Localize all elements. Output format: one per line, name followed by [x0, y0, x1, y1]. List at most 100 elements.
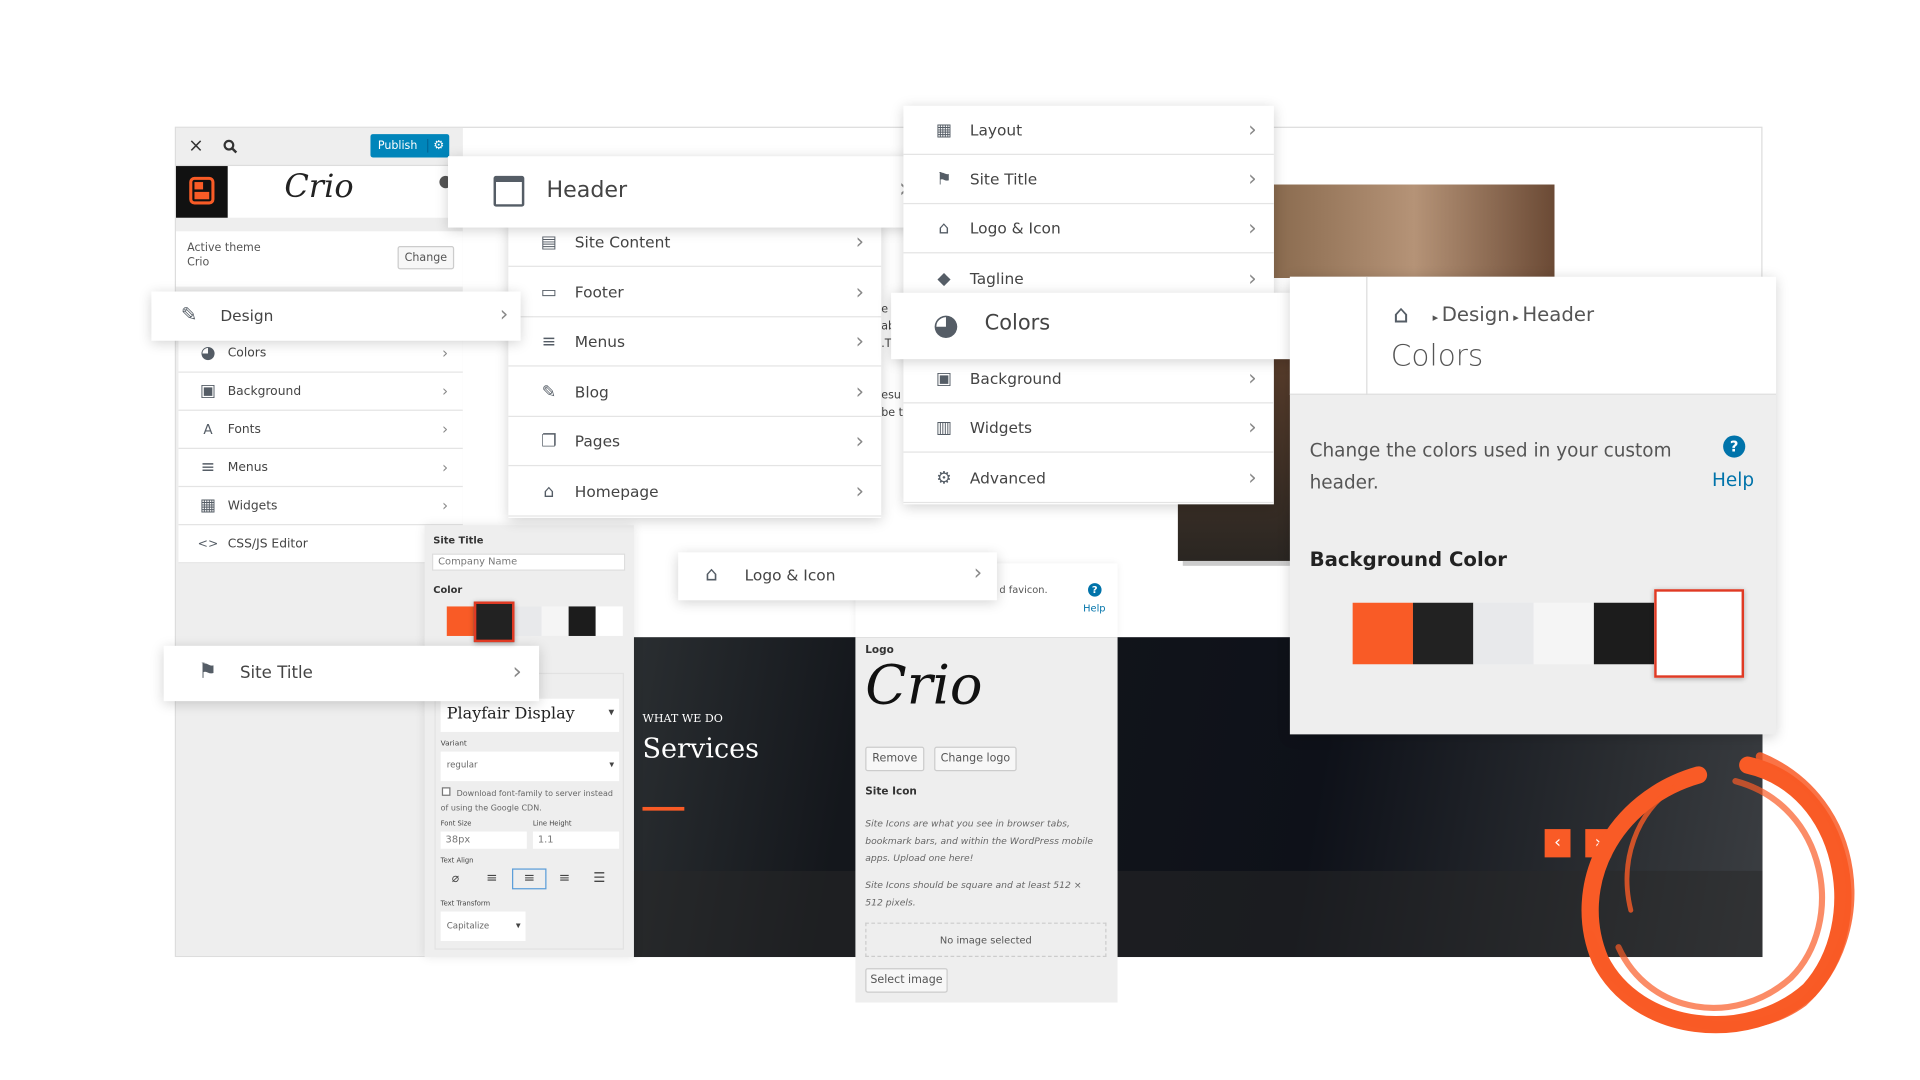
help-link[interactable]: Help — [1712, 469, 1754, 491]
chevron-right-icon: › — [1248, 166, 1257, 192]
align-justify-icon[interactable]: ☰ — [593, 870, 605, 886]
logo-icon-menu-item[interactable]: ⌂ Logo & Icon › — [678, 552, 997, 601]
color-swatch[interactable] — [1654, 589, 1745, 678]
text-transform-select[interactable]: Capitalize ▼ — [440, 911, 526, 942]
pin-icon: ✎ — [541, 381, 557, 402]
color-swatch[interactable] — [1593, 602, 1655, 665]
footer-icon: ▭ — [540, 282, 558, 302]
chevron-right-icon: › — [973, 560, 983, 586]
active-theme: Active theme Crio Change — [176, 231, 463, 287]
caret-down-icon: ▼ — [609, 761, 615, 769]
help-icon[interactable]: ? — [1088, 583, 1102, 597]
search-icon[interactable] — [223, 135, 238, 154]
chevron-right-icon: › — [442, 420, 449, 438]
color-swatch[interactable] — [446, 606, 474, 636]
color-swatch[interactable] — [1412, 602, 1474, 665]
variant-select[interactable]: regular ▼ — [440, 751, 620, 782]
gear-icon[interactable]: ⚙ — [427, 139, 449, 153]
palette-icon: ◕ — [200, 343, 216, 363]
color-swatch[interactable] — [541, 606, 569, 636]
panel-title: Colors — [1390, 338, 1484, 373]
sidebar-item-fonts[interactable]: A Fonts › — [178, 411, 463, 449]
color-swatch[interactable] — [1533, 602, 1594, 665]
boldgrid-logo — [176, 166, 228, 218]
chevron-right-icon: › — [442, 458, 449, 477]
align-right-icon[interactable]: ≡ — [559, 870, 570, 886]
hero-title: Services — [642, 734, 760, 766]
menu-item-widgets[interactable]: ▥ Widgets › — [903, 403, 1274, 453]
close-button[interactable]: × — [188, 134, 203, 156]
menu-item-site-title[interactable]: ⚑ Site Title › — [903, 155, 1274, 205]
align-left-icon[interactable]: ≡ — [486, 870, 497, 886]
menu-item-advanced[interactable]: ⚙ Advanced › — [903, 454, 1274, 504]
menu-item-blog[interactable]: ✎ Blog › — [508, 368, 882, 418]
site-title-input[interactable]: Company Name — [432, 553, 626, 571]
chevron-right-icon: › — [499, 302, 509, 328]
store-icon: ⌂ — [938, 218, 950, 239]
color-swatch[interactable] — [1352, 602, 1413, 665]
change-theme-button[interactable]: Change — [397, 246, 455, 270]
home-icon[interactable]: ⌂ — [1393, 299, 1409, 329]
menu-item-pages[interactable]: ❐ Pages › — [508, 417, 882, 467]
paintbrush-icon: ✎ — [180, 302, 198, 326]
brush-circle-decoration — [1581, 752, 1855, 1034]
colors-panel: ⌂ ▸ Design ▸ Header Colors Change the co… — [1289, 276, 1777, 735]
crio-logo: Crio — [284, 168, 354, 206]
back-button[interactable] — [1290, 276, 1368, 395]
crio-logo-preview: Crio — [865, 654, 983, 718]
panel-header: ⌂ ▸ Design ▸ Header Colors — [1289, 276, 1777, 395]
chevron-right-icon: › — [1248, 365, 1257, 391]
sidebar-item-widgets[interactable]: ▦ Widgets › — [178, 487, 463, 526]
menu-item-homepage[interactable]: ⌂ Homepage › — [508, 467, 882, 517]
menu-icon: ≡ — [200, 457, 216, 478]
sidebar-item-css-js-editor[interactable]: <> CSS/JS Editor — [178, 525, 463, 564]
caret-down-icon: ▼ — [515, 922, 521, 930]
menu-item-layout[interactable]: ▦ Layout › — [903, 106, 1274, 155]
chevron-right-icon: › — [855, 329, 865, 354]
line-height-input[interactable]: 1.1 — [532, 831, 620, 849]
home-icon: ⌂ — [543, 481, 555, 502]
color-swatch[interactable] — [514, 606, 542, 636]
remove-logo-button[interactable]: Remove — [865, 746, 925, 772]
help-icon[interactable]: ? — [1723, 435, 1746, 458]
help-link[interactable]: Help — [1083, 603, 1105, 614]
menu-item-background[interactable]: ▣ Background › — [903, 354, 1274, 404]
select-image-button[interactable]: Select image — [865, 968, 948, 993]
align-clear-icon[interactable]: ⌀ — [452, 872, 459, 886]
chevron-right-icon: › — [855, 379, 865, 405]
store-icon: ⌂ — [705, 562, 718, 586]
color-swatch[interactable] — [1473, 602, 1534, 665]
font-size-input[interactable]: 38px — [440, 831, 527, 849]
color-swatch[interactable] — [473, 600, 515, 642]
chevron-right-icon: › — [1248, 465, 1257, 491]
logo-panel: Logo Crio Remove Change logo Site Icon S… — [855, 637, 1118, 1003]
site-title-menu-item[interactable]: ⚑ Site Title › — [163, 645, 540, 702]
sidebar-item-background[interactable]: ▣ Background › — [178, 373, 463, 411]
widgets-icon: ▥ — [935, 417, 953, 438]
site-icon-dropzone[interactable]: No image selected — [865, 922, 1107, 958]
layout-icon: ▦ — [935, 119, 953, 140]
align-center-icon[interactable]: ≡ — [512, 868, 547, 890]
hero-accent-line — [642, 806, 685, 811]
menu-item-menus[interactable]: ≡ Menus › — [508, 317, 882, 367]
menu-item-footer[interactable]: ▭ Footer › — [508, 268, 882, 318]
sidebar-item-menus[interactable]: ≡ Menus › — [178, 449, 463, 488]
pages-icon: ❐ — [541, 431, 557, 451]
colors-menu-item[interactable]: ◕ Colors › — [891, 292, 1341, 360]
color-swatch[interactable] — [595, 606, 623, 636]
code-icon: <> — [197, 536, 219, 551]
chevron-right-icon: › — [855, 479, 865, 504]
color-swatch[interactable] — [568, 606, 596, 636]
chevron-right-icon: › — [1248, 415, 1257, 440]
publish-button[interactable]: Publish ⚙ — [370, 134, 450, 158]
menu-item-logo-icon[interactable]: ⌂ Logo & Icon › — [903, 204, 1274, 254]
chevron-right-icon: › — [1248, 266, 1257, 291]
design-menu-item[interactable]: ✎ Design › — [151, 291, 521, 341]
font-family-select[interactable]: Playfair Display ▼ — [440, 698, 620, 732]
image-icon: ▣ — [935, 368, 953, 389]
caret-down-icon: ▼ — [608, 708, 615, 718]
palette-icon: ◕ — [932, 307, 959, 342]
change-logo-button[interactable]: Change logo — [934, 746, 1017, 772]
header-menu-item[interactable]: Header › — [448, 156, 932, 228]
preview-photo-couple — [1273, 184, 1555, 279]
